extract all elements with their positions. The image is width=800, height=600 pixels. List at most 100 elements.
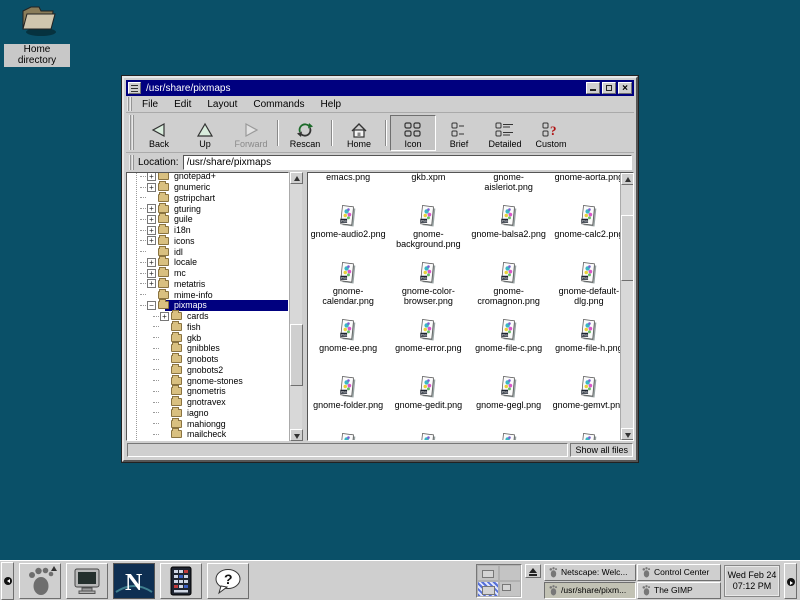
netscape-launcher[interactable]: N: [113, 563, 155, 599]
tree-item[interactable]: gnobots2: [127, 365, 288, 376]
file-item[interactable]: PNG gnome-aisleriot.png: [469, 172, 549, 203]
tree-item[interactable]: gstripchart: [127, 193, 288, 204]
tree-item[interactable]: + mc: [127, 268, 288, 279]
brief-view-button[interactable]: Brief: [436, 115, 482, 151]
tree-item[interactable]: + i18n: [127, 225, 288, 236]
scroll-down-icon[interactable]: [621, 428, 634, 440]
file-item[interactable]: PNG gnome-calendar.png: [308, 260, 388, 317]
minimize-button[interactable]: [586, 82, 600, 94]
tree-item[interactable]: − pixmaps: [127, 300, 288, 311]
help-launcher[interactable]: ?: [207, 563, 249, 599]
tree-expander-icon[interactable]: +: [160, 312, 169, 321]
file-item[interactable]: PNG gnome-ee.png: [308, 317, 388, 374]
clock-applet[interactable]: Wed Feb 24 07:12 PM: [724, 565, 780, 597]
panel-hide-left-button[interactable]: [1, 562, 14, 600]
icon-view-button[interactable]: Icon: [390, 115, 436, 151]
file-item[interactable]: PNG gnome-default-dlg.png: [549, 260, 629, 317]
tree-item[interactable]: gnometris: [127, 386, 288, 397]
tree-item[interactable]: + guile: [127, 214, 288, 225]
tree-item[interactable]: fish: [127, 322, 288, 333]
task-button[interactable]: Netscape: Welc...: [544, 564, 636, 581]
rescan-button[interactable]: Rescan: [282, 115, 328, 151]
tree-item[interactable]: mahiongg: [127, 418, 288, 429]
tree-item[interactable]: idl: [127, 246, 288, 257]
menu-help[interactable]: Help: [313, 98, 350, 111]
pager-desktop-3-active[interactable]: [477, 581, 499, 597]
menu-layout[interactable]: Layout: [199, 98, 245, 111]
tree-item[interactable]: iagno: [127, 408, 288, 419]
file-item[interactable]: PNG gnome-aorta.png: [549, 172, 629, 203]
file-item[interactable]: PNG emacs.png: [308, 172, 388, 203]
task-button[interactable]: /usr/share/pixm...: [544, 582, 636, 599]
file-item[interactable]: PNG gnome-cromagnon.png: [469, 260, 549, 317]
tree-item[interactable]: + cards: [127, 311, 288, 322]
menu-commands[interactable]: Commands: [245, 98, 312, 111]
tree-expander-icon[interactable]: +: [147, 269, 156, 278]
panel-hide-right-button[interactable]: [784, 563, 797, 599]
menubar-grip[interactable]: [127, 97, 132, 111]
tree-item[interactable]: + icons: [127, 236, 288, 247]
menu-file[interactable]: File: [134, 98, 166, 111]
task-button[interactable]: Control Center: [637, 564, 721, 581]
tree-item[interactable]: + gnotepad+: [127, 172, 288, 182]
desktop-icon-home[interactable]: Home directory: [4, 3, 70, 68]
file-item[interactable]: PNG: [549, 431, 629, 441]
tree-item[interactable]: + gnumeric: [127, 182, 288, 193]
tree-expander-icon[interactable]: +: [147, 183, 156, 192]
file-item[interactable]: PNG gnome-color-browser.png: [388, 260, 468, 317]
file-item[interactable]: PNG gnome-balsa2.png: [469, 203, 549, 260]
file-item[interactable]: PNG gnome-file-h.png: [549, 317, 629, 374]
tree-item[interactable]: + locale: [127, 257, 288, 268]
location-grip[interactable]: [129, 155, 134, 170]
pager-desktop-4[interactable]: [499, 581, 521, 597]
tree-expander-icon[interactable]: +: [147, 226, 156, 235]
desk-guide-pager[interactable]: [476, 564, 522, 598]
tasklist-popup-button[interactable]: [525, 564, 541, 578]
tree-expander-icon[interactable]: +: [147, 279, 156, 288]
file-item[interactable]: PNG gnome-audio2.png: [308, 203, 388, 260]
terminal-launcher[interactable]: [66, 563, 108, 599]
tree-scrollbar[interactable]: [289, 172, 302, 441]
maximize-button[interactable]: [602, 82, 616, 94]
titlebar[interactable]: /usr/share/pixmaps ×: [126, 80, 634, 96]
file-item[interactable]: PNG gnome-error.png: [388, 317, 468, 374]
pager-desktop-2[interactable]: [499, 565, 521, 581]
back-button[interactable]: Back: [136, 115, 182, 151]
tree-item[interactable]: gkb: [127, 332, 288, 343]
tree-item[interactable]: mailcheck: [127, 429, 288, 440]
window-menu-icon[interactable]: [128, 82, 141, 94]
file-item[interactable]: PNG gnome-file-c.png: [469, 317, 549, 374]
tree-expander-icon[interactable]: +: [147, 215, 156, 224]
tree-item[interactable]: gnibbles: [127, 343, 288, 354]
scroll-up-icon[interactable]: [621, 173, 634, 185]
file-item[interactable]: PNG gnome-gedit.png: [388, 374, 468, 431]
tree-expander-icon[interactable]: +: [147, 204, 156, 213]
file-item[interactable]: PNG gnome-gemvt.png: [549, 374, 629, 431]
tree-scroll-thumb[interactable]: [290, 324, 303, 386]
file-item[interactable]: PNG gnome-folder.png: [308, 374, 388, 431]
task-button[interactable]: The GIMP: [637, 582, 721, 599]
tree-expander-icon[interactable]: +: [147, 172, 156, 181]
file-item[interactable]: PNG: [308, 431, 388, 441]
custom-view-button[interactable]: ? Custom: [528, 115, 574, 151]
tree-item[interactable]: gnobots: [127, 354, 288, 365]
close-button[interactable]: ×: [618, 82, 632, 94]
file-item[interactable]: PNG: [388, 431, 468, 441]
iconview-scroll-thumb[interactable]: [621, 215, 634, 281]
main-menu-button[interactable]: [19, 563, 61, 599]
file-item[interactable]: PNG gnome-background.png: [388, 203, 468, 260]
menu-edit[interactable]: Edit: [166, 98, 199, 111]
detailed-view-button[interactable]: Detailed: [482, 115, 528, 151]
tree-expander-icon[interactable]: +: [147, 236, 156, 245]
calculator-launcher[interactable]: [160, 563, 202, 599]
home-button[interactable]: Home: [336, 115, 382, 151]
tree-item[interactable]: gnome-stones: [127, 375, 288, 386]
tree-item[interactable]: + metatris: [127, 279, 288, 290]
tree-item[interactable]: mime-info: [127, 289, 288, 300]
file-item[interactable]: PNG gnome-gegl.png: [469, 374, 549, 431]
tree-expander-icon[interactable]: +: [147, 258, 156, 267]
scroll-up-icon[interactable]: [290, 172, 303, 184]
tree-item[interactable]: gnotravex: [127, 397, 288, 408]
tree-item[interactable]: + gturing: [127, 203, 288, 214]
pager-desktop-1[interactable]: [477, 565, 499, 581]
